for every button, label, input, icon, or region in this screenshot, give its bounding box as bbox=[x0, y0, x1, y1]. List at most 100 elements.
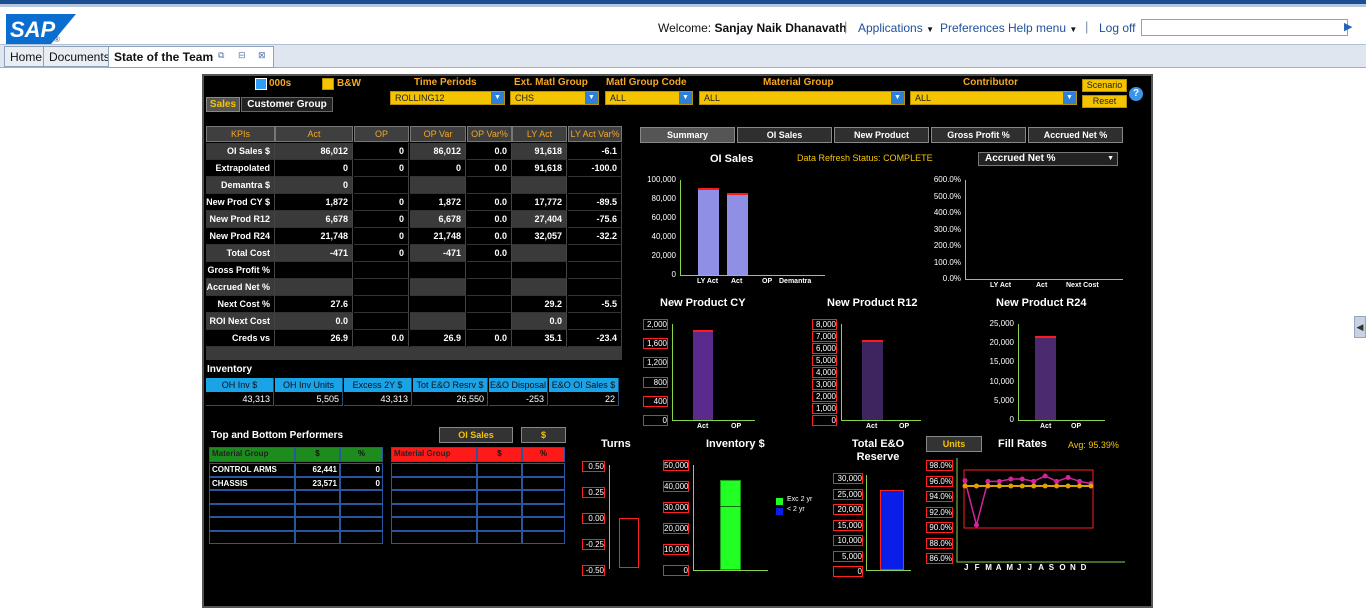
eo-y-tick: 30,000 bbox=[833, 473, 863, 484]
kpi-cell: 0 bbox=[354, 143, 409, 160]
np-cy-y-tick: 400 bbox=[643, 395, 668, 407]
time-periods-select[interactable]: ROLLING12 ▼ bbox=[390, 91, 505, 105]
legend-swatch-lt2 bbox=[776, 508, 783, 515]
nav-preferences[interactable]: Preferences bbox=[940, 21, 1005, 35]
tab-sales[interactable]: Sales bbox=[206, 97, 240, 112]
oi-sales-button[interactable]: OI Sales bbox=[439, 427, 513, 443]
oi-sales-title: OI Sales bbox=[710, 153, 754, 165]
checkbox-000s[interactable] bbox=[255, 78, 267, 90]
accrued-net-select[interactable]: Accrued Net % ▼ bbox=[978, 152, 1118, 166]
bottom-performers-cell bbox=[477, 476, 522, 490]
nav-applications[interactable]: Applications ▼ bbox=[858, 21, 934, 35]
kpi-cell: 0.0 bbox=[467, 245, 512, 262]
close-icon[interactable]: ⊠ bbox=[258, 50, 266, 61]
oi-sales-y-tick: 20,000 bbox=[651, 251, 676, 260]
inv-x-axis bbox=[693, 570, 768, 571]
fill-rates-month: A bbox=[995, 563, 1002, 572]
kpi-cell: 0.0 bbox=[354, 330, 409, 347]
top-performers-cell: CONTROL ARMS bbox=[209, 463, 295, 477]
kpi-row-label: Creds vs Sales % bbox=[206, 330, 275, 359]
eo-y-tick: 25,000 bbox=[833, 488, 863, 500]
top-performers-cell bbox=[340, 503, 383, 517]
eo-x-axis bbox=[866, 570, 911, 571]
kpi-cell: 29.2 bbox=[512, 296, 567, 313]
fill-rates-point bbox=[1077, 478, 1083, 484]
np-r12-y-tick: 5,000 bbox=[812, 355, 837, 366]
kpi-header: OP Var bbox=[410, 126, 466, 142]
kpi-header: LY Act bbox=[512, 126, 567, 142]
eo-y-tick: 10,000 bbox=[833, 535, 863, 546]
material-group-select[interactable]: ALL ▼ bbox=[699, 91, 905, 105]
np-cy-bar bbox=[693, 330, 713, 420]
tab-oi-sales[interactable]: OI Sales bbox=[737, 127, 832, 143]
detach-icon[interactable]: ⧉ bbox=[218, 50, 224, 61]
kpi-cell bbox=[354, 296, 409, 313]
np-r12-x-label: OP bbox=[899, 423, 910, 430]
fill-rates-month: J bbox=[964, 563, 969, 572]
tab-state-of-the-team[interactable]: State of the Team bbox=[108, 46, 274, 68]
fill-rates-y-tick: 94.0% bbox=[926, 491, 953, 502]
nav-log-off[interactable]: Log off bbox=[1099, 21, 1135, 35]
search-input[interactable] bbox=[1141, 19, 1348, 36]
reset-button[interactable]: Reset bbox=[1082, 95, 1127, 108]
help-icon[interactable]: ? bbox=[1129, 87, 1143, 101]
bottom-performers-cell bbox=[477, 530, 522, 544]
matl-group-code-select[interactable]: ALL ▼ bbox=[605, 91, 693, 105]
kpi-cell bbox=[568, 177, 622, 194]
accrued-x-label: LY Act bbox=[990, 282, 1012, 289]
fill-rates-y-tick: 86.0% bbox=[926, 553, 953, 564]
fill-rates-point bbox=[1065, 475, 1071, 480]
kpi-cell bbox=[467, 177, 512, 194]
matl-group-code-label: Matl Group Code bbox=[606, 77, 687, 88]
tab-documents[interactable]: Documents bbox=[43, 46, 116, 67]
oi-sales-bar bbox=[727, 193, 748, 275]
search-icon[interactable]: ▶ bbox=[1344, 20, 1360, 36]
label-bw: B&W bbox=[337, 78, 361, 89]
tab-home[interactable]: Home bbox=[4, 46, 49, 67]
inv-y-tick: 30,000 bbox=[663, 502, 689, 513]
np-r12-y-tick: 6,000 bbox=[812, 343, 837, 354]
dollar-button[interactable]: $ bbox=[521, 427, 566, 443]
bottom-performers-cell bbox=[522, 463, 565, 477]
kpi-cell: 86,012 bbox=[275, 143, 353, 160]
tab-customer-group[interactable]: Customer Group bbox=[241, 97, 333, 112]
fill-rates-month: F bbox=[974, 563, 980, 572]
ext-matl-group-select[interactable]: CHS ▼ bbox=[510, 91, 599, 105]
legend-lt2: < 2 yr bbox=[787, 506, 805, 513]
kpi-row-label: Demantra $ bbox=[206, 177, 275, 194]
kpi-cell bbox=[467, 279, 512, 296]
turns-title: Turns bbox=[601, 438, 631, 450]
legend-exc: Exc 2 yr bbox=[787, 496, 813, 503]
user-name: Sanjay Naik Dhanavath bbox=[714, 21, 847, 35]
kpi-cell: 17,772 bbox=[512, 194, 567, 211]
kpi-header: KPIs bbox=[206, 126, 275, 142]
tab-gross-profit[interactable]: Gross Profit % bbox=[931, 127, 1026, 143]
kpi-cell: 32,057 bbox=[512, 228, 567, 245]
kpi-cell: 0.0 bbox=[467, 228, 512, 245]
fill-rates-month: A bbox=[1038, 563, 1044, 572]
top-performers-cell bbox=[295, 490, 340, 504]
np-r12-y-tick: 4,000 bbox=[812, 367, 837, 378]
contributor-select[interactable]: ALL ▼ bbox=[910, 91, 1077, 105]
collapse-arrow-icon[interactable]: ◀ bbox=[1354, 316, 1366, 338]
tab-summary[interactable]: Summary bbox=[640, 127, 735, 143]
pin-icon[interactable]: ⊟ bbox=[238, 50, 246, 61]
nav-help-menu[interactable]: Help menu ▼ bbox=[1008, 21, 1077, 35]
scenario-button[interactable]: Scenario bbox=[1082, 79, 1127, 92]
chevron-down-icon: ▼ bbox=[1063, 92, 1076, 104]
eo-y-axis bbox=[866, 475, 867, 571]
fill-rates-point bbox=[962, 478, 968, 484]
units-button[interactable]: Units bbox=[926, 436, 982, 452]
bottom-performers-cell bbox=[391, 490, 477, 504]
top-performers-cell bbox=[209, 517, 295, 531]
tab-new-product[interactable]: New Product bbox=[834, 127, 929, 143]
bottom-performers-cell bbox=[477, 503, 522, 517]
np-cy-y-tick: 800 bbox=[643, 376, 668, 388]
nav-separator: | bbox=[844, 19, 848, 34]
np-r12-y-tick: 0 bbox=[812, 415, 837, 426]
tab-accrued-net[interactable]: Accrued Net % bbox=[1028, 127, 1123, 143]
checkbox-bw[interactable] bbox=[322, 78, 334, 90]
np-r24-bar bbox=[1035, 336, 1056, 420]
kpi-cell bbox=[467, 262, 512, 279]
kpi-cell: -5.5 bbox=[568, 296, 622, 313]
